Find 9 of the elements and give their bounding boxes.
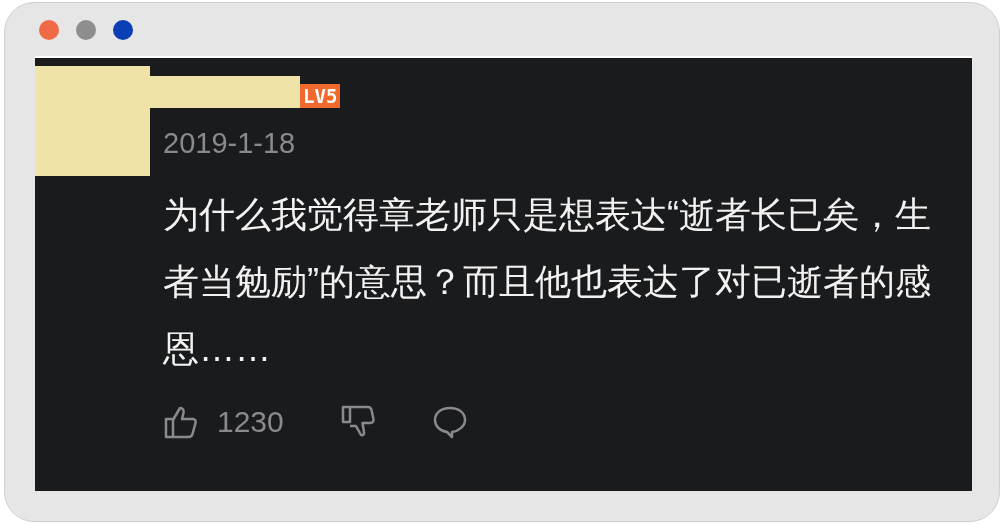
comment-text: 为什么我觉得章老师只是想表达“逝者长已矣，生者当勉励”的意思？而且他也表达了对已逝者的感恩……: [163, 193, 932, 371]
window-control-dot[interactable]: [39, 20, 59, 40]
level-badge: LV5: [300, 84, 341, 108]
window-control-dot[interactable]: [76, 20, 96, 40]
comment-icon[interactable]: [431, 404, 468, 440]
comment-date: 2019-1-18: [163, 126, 297, 161]
thumbs-up-icon[interactable]: [163, 404, 199, 440]
like-count: 1230: [217, 405, 284, 439]
window-control-dot[interactable]: [113, 20, 133, 40]
